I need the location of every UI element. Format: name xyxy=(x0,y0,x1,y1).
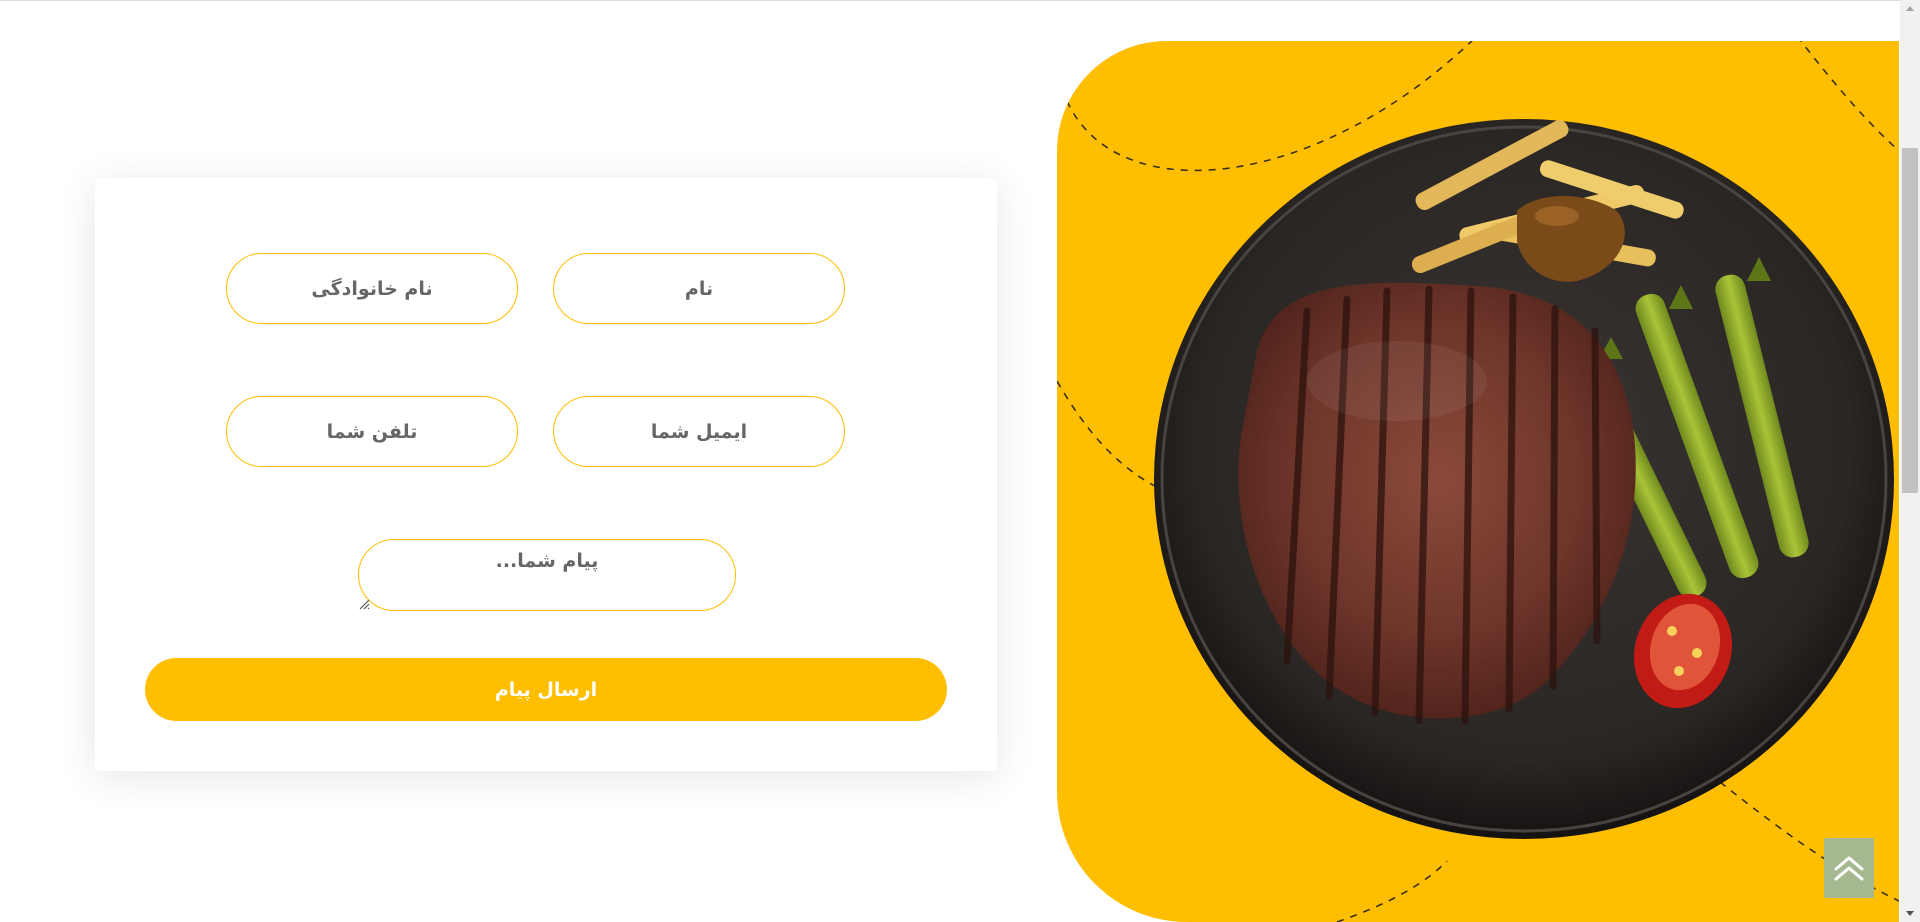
send-message-label: ارسال پیام xyxy=(494,678,598,701)
first-name-placeholder: نام xyxy=(684,277,714,300)
message-textarea[interactable]: پیام شما... xyxy=(358,539,736,611)
textarea-resize-handle[interactable] xyxy=(358,598,370,610)
first-name-input[interactable]: نام xyxy=(553,253,845,324)
last-name-placeholder: نام خانوادگی xyxy=(311,277,433,300)
send-message-button[interactable]: ارسال پیام xyxy=(145,658,947,721)
phone-input[interactable]: تلفن شما xyxy=(226,396,518,467)
email-placeholder: ایمیل شما xyxy=(650,420,748,443)
hero-food-panel xyxy=(1057,41,1899,922)
scroll-up-arrow-icon[interactable] xyxy=(1906,6,1914,11)
scroll-thumb[interactable] xyxy=(1902,148,1918,493)
message-placeholder: پیام شما... xyxy=(495,550,599,572)
page-scrollbar[interactable] xyxy=(1900,0,1920,922)
phone-placeholder: تلفن شما xyxy=(326,420,418,443)
back-to-top-button[interactable] xyxy=(1824,838,1874,898)
grilled-steak-plate-image xyxy=(1057,41,1899,922)
double-chevron-up-icon xyxy=(1834,856,1864,881)
scroll-down-arrow-icon[interactable] xyxy=(1906,911,1914,916)
last-name-input[interactable]: نام خانوادگی xyxy=(226,253,518,324)
email-input[interactable]: ایمیل شما xyxy=(553,396,845,467)
contact-form-card: نام نام خانوادگی ایمیل شما تلفن شما پیام… xyxy=(95,178,997,771)
top-border xyxy=(0,0,1900,1)
